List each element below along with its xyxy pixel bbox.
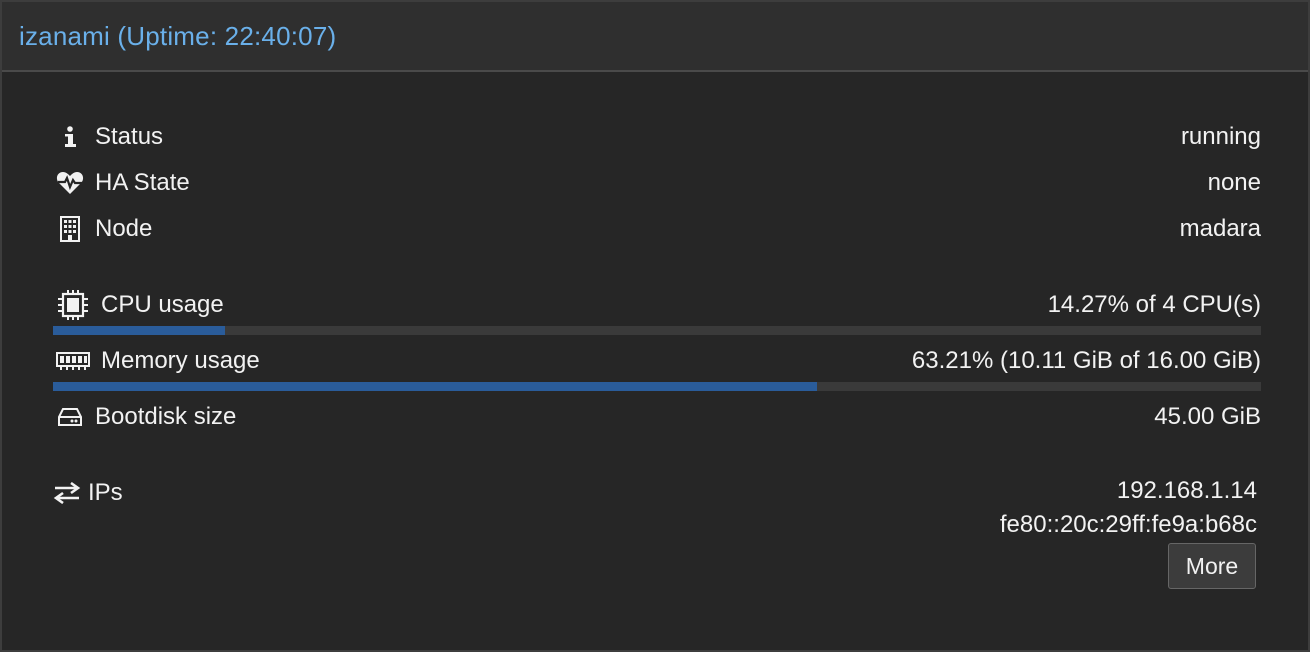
ha-state-value: none bbox=[1207, 169, 1261, 196]
panel-header: izanami (Uptime: 22:40:07) bbox=[2, 2, 1308, 72]
bootdisk-row: Bootdisk size 45.00 GiB bbox=[53, 399, 1261, 435]
cpu-usage-row: CPU usage 14.27% of 4 CPU(s) bbox=[53, 287, 1261, 323]
bootdisk-value: 45.00 GiB bbox=[1154, 403, 1261, 430]
ips-row: IPs bbox=[53, 475, 123, 511]
bootdisk-label: Bootdisk size bbox=[95, 403, 237, 430]
memory-usage-bar-fill bbox=[53, 382, 817, 391]
ha-state-row: HA State none bbox=[53, 165, 1261, 201]
status-value: running bbox=[1180, 123, 1261, 150]
status-label: Status bbox=[95, 123, 164, 150]
vm-summary-panel: izanami (Uptime: 22:40:07) Status runnin… bbox=[0, 0, 1310, 652]
memory-usage-label: Memory usage bbox=[101, 347, 260, 374]
ipv4-address: 192.168.1.14 bbox=[1116, 477, 1257, 504]
cpu-usage-bar bbox=[53, 326, 1261, 335]
cpu-usage-value: 14.27% of 4 CPU(s) bbox=[1047, 291, 1261, 318]
more-button[interactable]: More bbox=[1168, 543, 1256, 589]
node-label: Node bbox=[95, 215, 153, 242]
memory-usage-value: 63.21% (10.11 GiB of 16.00 GiB) bbox=[911, 347, 1261, 374]
memory-usage-bar bbox=[53, 382, 1261, 391]
heartbeat-icon bbox=[53, 168, 87, 198]
panel-body: Status running HA State none Node madara… bbox=[2, 74, 1308, 650]
exchange-icon bbox=[53, 478, 81, 508]
building-icon bbox=[53, 214, 87, 244]
info-icon bbox=[53, 122, 87, 152]
cpu-usage-bar-fill bbox=[53, 326, 226, 335]
ha-state-label: HA State bbox=[95, 169, 190, 196]
status-row: Status running bbox=[53, 119, 1261, 155]
node-row: Node madara bbox=[53, 211, 1261, 247]
memory-icon bbox=[53, 346, 93, 376]
hdd-icon bbox=[53, 402, 87, 432]
cpu-chip-icon bbox=[53, 290, 93, 320]
ips-label: IPs bbox=[88, 479, 123, 506]
cpu-usage-label: CPU usage bbox=[101, 291, 224, 318]
panel-title: izanami (Uptime: 22:40:07) bbox=[19, 20, 337, 51]
ip-list: 192.168.1.14 fe80::20c:29ff:fe9a:b68c bbox=[1000, 474, 1257, 542]
ipv6-address: fe80::20c:29ff:fe9a:b68c bbox=[999, 511, 1257, 538]
node-value: madara bbox=[1179, 215, 1261, 242]
memory-usage-row: Memory usage 63.21% (10.11 GiB of 16.00 … bbox=[53, 343, 1261, 379]
